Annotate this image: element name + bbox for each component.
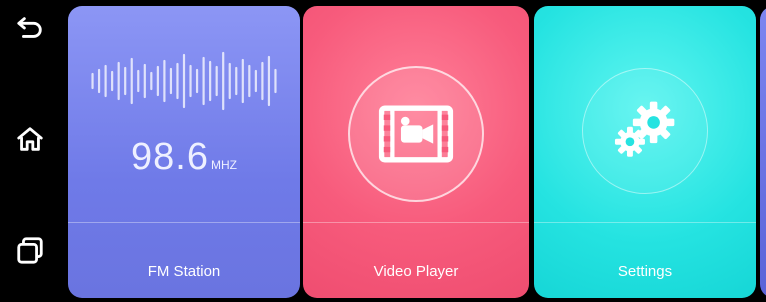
frequency-unit: MHZ: [210, 158, 237, 172]
frequency-display: 98.6 MHZ: [68, 136, 300, 179]
settings-label-area: Settings: [534, 222, 756, 298]
settings-label: Settings: [617, 263, 673, 280]
settings-card[interactable]: Settings: [534, 6, 756, 298]
back-button[interactable]: [8, 6, 52, 50]
sidebar: [0, 0, 60, 302]
settings-icon-ring: [582, 68, 708, 194]
home-icon: [17, 127, 43, 151]
gears-icon: [614, 101, 675, 157]
video-player-card[interactable]: Video Player: [303, 6, 529, 298]
video-player-label-area: Video Player: [303, 222, 529, 298]
video-icon-ring: [348, 66, 484, 202]
recent-apps-icon: [17, 237, 43, 264]
recent-apps-button[interactable]: [8, 228, 52, 272]
home-button[interactable]: [8, 117, 52, 161]
next-app-card[interactable]: [760, 6, 766, 298]
audio-bars-icon: [91, 51, 277, 111]
film-camera-icon: [378, 105, 454, 163]
fm-station-label-area: FM Station: [68, 222, 300, 298]
fm-station-label: FM Station: [147, 263, 221, 280]
fm-station-card[interactable]: 98.6 MHZ FM Station: [68, 6, 300, 298]
video-player-label: Video Player: [373, 263, 459, 280]
back-icon: [17, 17, 42, 38]
frequency-value: 98.6: [131, 136, 209, 178]
